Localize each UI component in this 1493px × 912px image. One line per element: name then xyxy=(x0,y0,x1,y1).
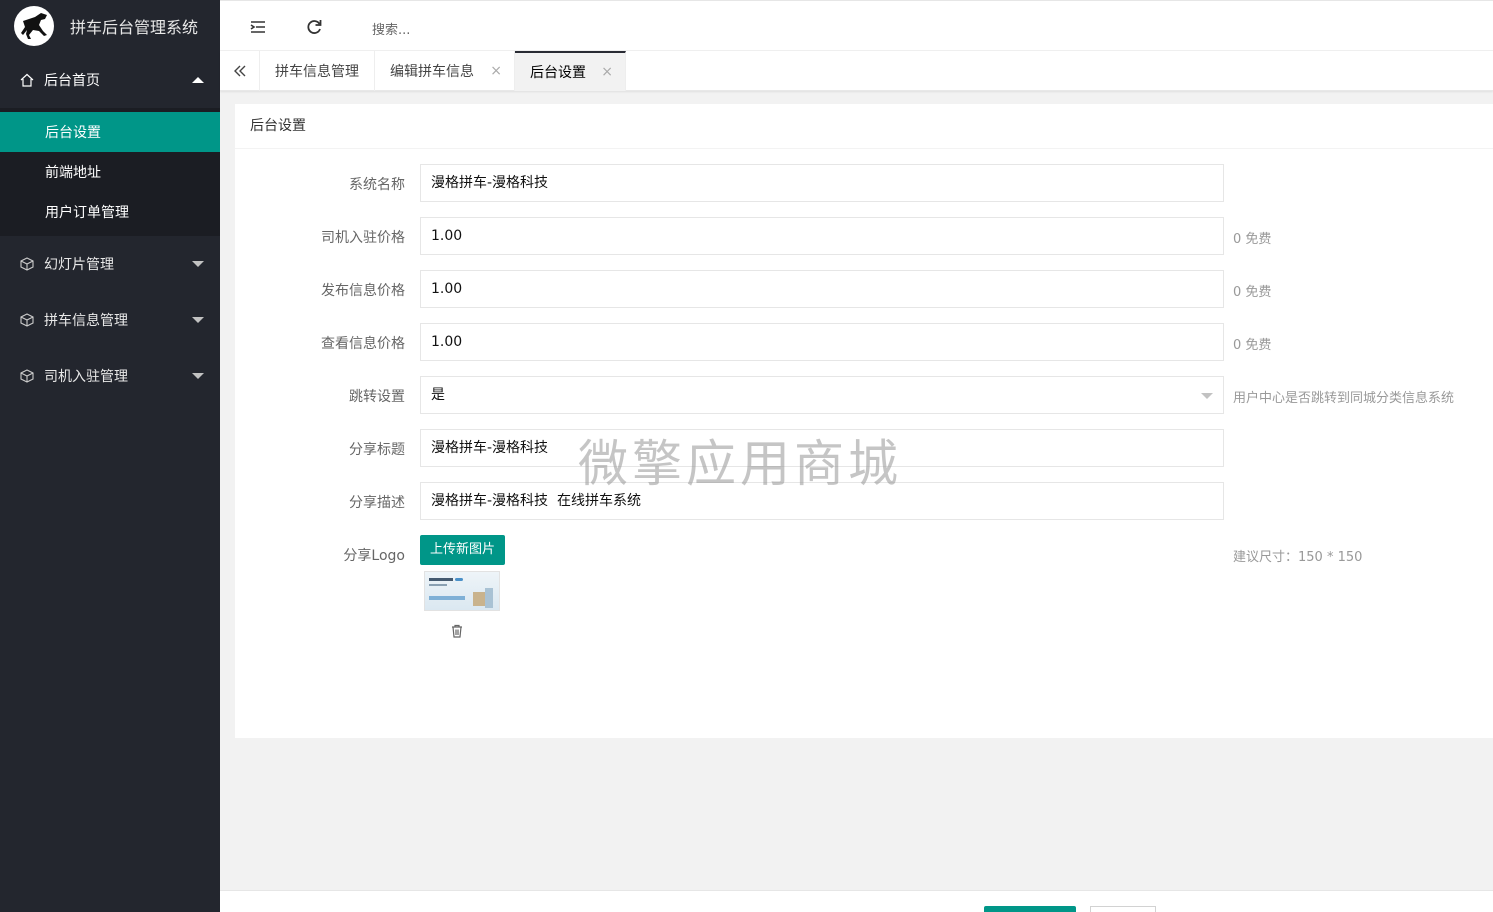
sidebar-item-backend-settings[interactable]: 后台设置 xyxy=(0,112,220,152)
chevron-down-icon xyxy=(1201,393,1213,399)
form-row-share-logo: 分享Logo 上传新图片 建议尺寸：150 * 150 xyxy=(235,535,1493,655)
nav-drivers[interactable]: 司机入驻管理 xyxy=(0,348,220,404)
tabs-scroll-left-icon[interactable] xyxy=(220,51,260,91)
form-row-system-name: 系统名称 漫格拼车-漫格科技 xyxy=(235,164,1493,202)
nav-home-submenu: 后台设置 前端地址 用户订单管理 xyxy=(0,108,220,236)
form-row-driver-price: 司机入驻价格 1.00 0 免费 xyxy=(235,217,1493,255)
sidebar-item-user-orders[interactable]: 用户订单管理 xyxy=(0,192,220,232)
search-input[interactable]: 搜索... xyxy=(372,19,410,38)
card-title: 后台设置 xyxy=(235,104,1493,149)
sidebar-item-label: 后台设置 xyxy=(45,125,101,141)
form-row-share-title: 分享标题 漫格拼车-漫格科技 xyxy=(235,429,1493,467)
system-name-input[interactable]: 漫格拼车-漫格科技 xyxy=(420,164,1224,202)
select-value: 是 xyxy=(431,387,445,403)
refresh-icon[interactable] xyxy=(304,17,324,37)
field-label: 跳转设置 xyxy=(349,389,405,405)
nav-home[interactable]: 后台首页 xyxy=(0,52,220,108)
share-description-input[interactable]: 漫格拼车-漫格科技 在线拼车系统 xyxy=(420,482,1224,520)
app-title: 拼车后台管理系统 xyxy=(70,18,199,37)
nav-group-carpool: 拼车信息管理 xyxy=(0,292,220,348)
submit-button[interactable] xyxy=(984,906,1076,912)
caret-down-icon xyxy=(192,317,204,323)
form-row-view-price: 查看信息价格 1.00 0 免费 xyxy=(235,323,1493,361)
nav-slides-label: 幻灯片管理 xyxy=(44,257,114,273)
form-row-publish-price: 发布信息价格 1.00 0 免费 xyxy=(235,270,1493,308)
settings-card: 后台设置 系统名称 漫格拼车-漫格科技 司机入驻价格 1.00 0 免费 发布信… xyxy=(235,104,1493,738)
topbar: 搜索... xyxy=(220,0,1493,51)
field-label: 系统名称 xyxy=(349,177,405,193)
field-hint: 用户中心是否跳转到同城分类信息系统 xyxy=(1233,391,1455,406)
field-label: 查看信息价格 xyxy=(321,336,405,352)
logo-thumbnail xyxy=(424,571,500,611)
cube-icon xyxy=(20,369,34,383)
tab-carpool-info[interactable]: 拼车信息管理 xyxy=(260,51,375,91)
field-label: 发布信息价格 xyxy=(321,283,405,299)
reset-button[interactable] xyxy=(1090,906,1156,912)
menu-toggle-icon[interactable] xyxy=(248,17,268,37)
field-hint: 0 免费 xyxy=(1233,338,1272,353)
nav-drivers-label: 司机入驻管理 xyxy=(44,369,128,385)
nav-carpool[interactable]: 拼车信息管理 xyxy=(0,292,220,348)
caret-down-icon xyxy=(192,373,204,379)
trash-icon[interactable] xyxy=(449,623,465,643)
sidebar-item-label: 用户订单管理 xyxy=(45,205,129,221)
close-icon[interactable]: × xyxy=(601,64,613,80)
horse-logo-icon xyxy=(14,6,54,46)
nav-home-label: 后台首页 xyxy=(44,73,100,89)
sidebar: 拼车后台管理系统 后台首页 后台设置 前端地址 用户订单管理 幻灯片管理 拼车信… xyxy=(0,0,220,912)
nav-carpool-label: 拼车信息管理 xyxy=(44,313,128,329)
publish-price-input[interactable]: 1.00 xyxy=(420,270,1224,308)
form-row-share-desc: 分享描述 漫格拼车-漫格科技 在线拼车系统 xyxy=(235,482,1493,520)
sidebar-item-frontend-address[interactable]: 前端地址 xyxy=(0,152,220,192)
form-row-redirect: 跳转设置 是 用户中心是否跳转到同城分类信息系统 xyxy=(235,376,1493,414)
field-hint: 0 免费 xyxy=(1233,232,1272,247)
logo-bar: 拼车后台管理系统 xyxy=(0,0,220,52)
caret-up-icon xyxy=(192,77,204,83)
caret-down-icon xyxy=(192,261,204,267)
cube-icon xyxy=(20,313,34,327)
share-title-input[interactable]: 漫格拼车-漫格科技 xyxy=(420,429,1224,467)
sidebar-item-label: 前端地址 xyxy=(45,165,101,181)
redirect-select[interactable]: 是 xyxy=(420,376,1224,414)
nav-group-drivers: 司机入驻管理 xyxy=(0,348,220,404)
close-icon[interactable]: × xyxy=(490,63,502,79)
tab-edit-carpool[interactable]: 编辑拼车信息 × xyxy=(375,51,515,91)
nav-group-slides: 幻灯片管理 xyxy=(0,236,220,292)
home-icon xyxy=(20,73,34,87)
field-hint: 建议尺寸：150 * 150 xyxy=(1233,550,1363,565)
tab-bar: 拼车信息管理 编辑拼车信息 × 后台设置 × xyxy=(220,51,1493,91)
field-label: 分享Logo xyxy=(343,548,405,564)
nav-group-home: 后台首页 后台设置 前端地址 用户订单管理 xyxy=(0,52,220,236)
field-hint: 0 免费 xyxy=(1233,285,1272,300)
view-price-input[interactable]: 1.00 xyxy=(420,323,1224,361)
cube-icon xyxy=(20,257,34,271)
tab-label: 编辑拼车信息 xyxy=(390,64,474,80)
field-label: 分享描述 xyxy=(349,495,405,511)
upload-image-button[interactable]: 上传新图片 xyxy=(420,535,506,565)
tab-label: 拼车信息管理 xyxy=(275,64,359,80)
tab-backend-settings[interactable]: 后台设置 × xyxy=(515,51,626,91)
nav-slides[interactable]: 幻灯片管理 xyxy=(0,236,220,292)
tab-label: 后台设置 xyxy=(530,65,586,81)
driver-price-input[interactable]: 1.00 xyxy=(420,217,1224,255)
field-label: 分享标题 xyxy=(349,442,405,458)
field-label: 司机入驻价格 xyxy=(321,230,405,246)
footer-bar xyxy=(220,890,1493,912)
